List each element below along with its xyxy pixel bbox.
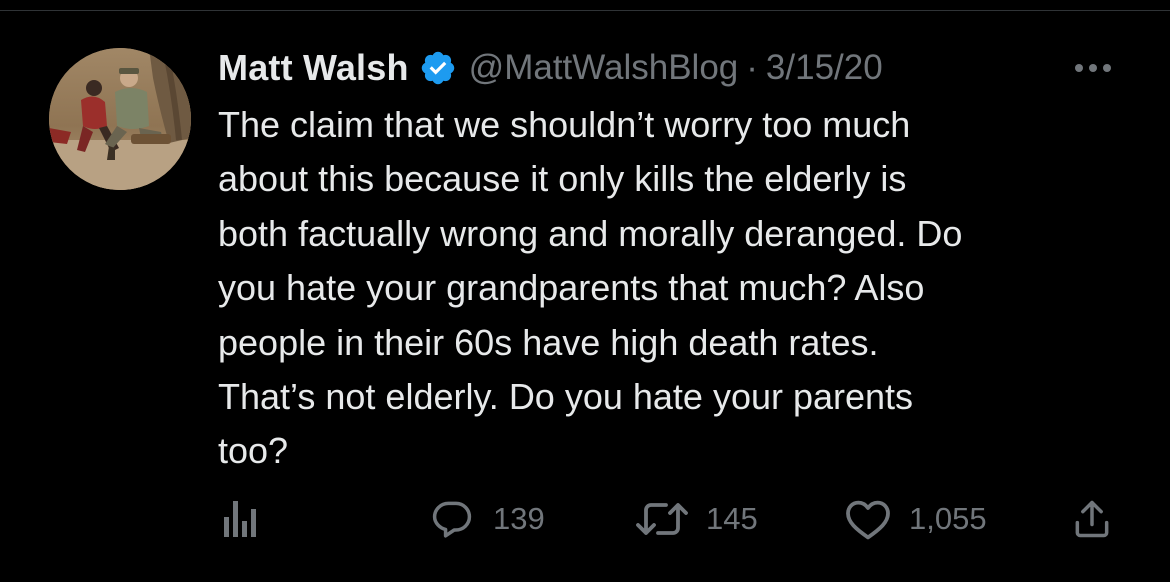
- reply-count: 139: [493, 501, 545, 536]
- tweet-date[interactable]: 3/15/20: [766, 48, 883, 88]
- avatar[interactable]: [49, 48, 191, 190]
- avatar-photo: [49, 48, 191, 190]
- user-handle[interactable]: @MattWalshBlog: [469, 48, 739, 88]
- verified-badge-icon: [419, 49, 457, 87]
- tweet-header: Matt Walsh @MattWalshBlog · 3/15/20: [218, 45, 883, 91]
- retweet-button[interactable]: 145: [634, 496, 758, 542]
- share-button[interactable]: [1070, 496, 1114, 542]
- heart-icon: [843, 497, 893, 541]
- reply-button[interactable]: 139: [427, 496, 545, 542]
- tweet-text: The claim that we shouldn’t worry too mu…: [218, 104, 963, 472]
- analytics-button[interactable]: [218, 496, 262, 542]
- retweet-icon: [634, 497, 690, 541]
- tweet[interactable]: Matt Walsh @MattWalshBlog · 3/15/20 The …: [0, 11, 1170, 582]
- tweet-actions: 139 145 1,055: [0, 496, 1170, 542]
- retweet-count: 145: [706, 501, 758, 536]
- like-count: 1,055: [909, 501, 987, 536]
- like-button[interactable]: 1,055: [843, 496, 987, 542]
- display-name[interactable]: Matt Walsh: [218, 47, 409, 89]
- separator-dot: ·: [746, 48, 758, 87]
- analytics-icon: [218, 497, 262, 541]
- reply-icon: [427, 497, 477, 541]
- more-icon[interactable]: [1068, 56, 1118, 80]
- share-icon: [1070, 497, 1114, 541]
